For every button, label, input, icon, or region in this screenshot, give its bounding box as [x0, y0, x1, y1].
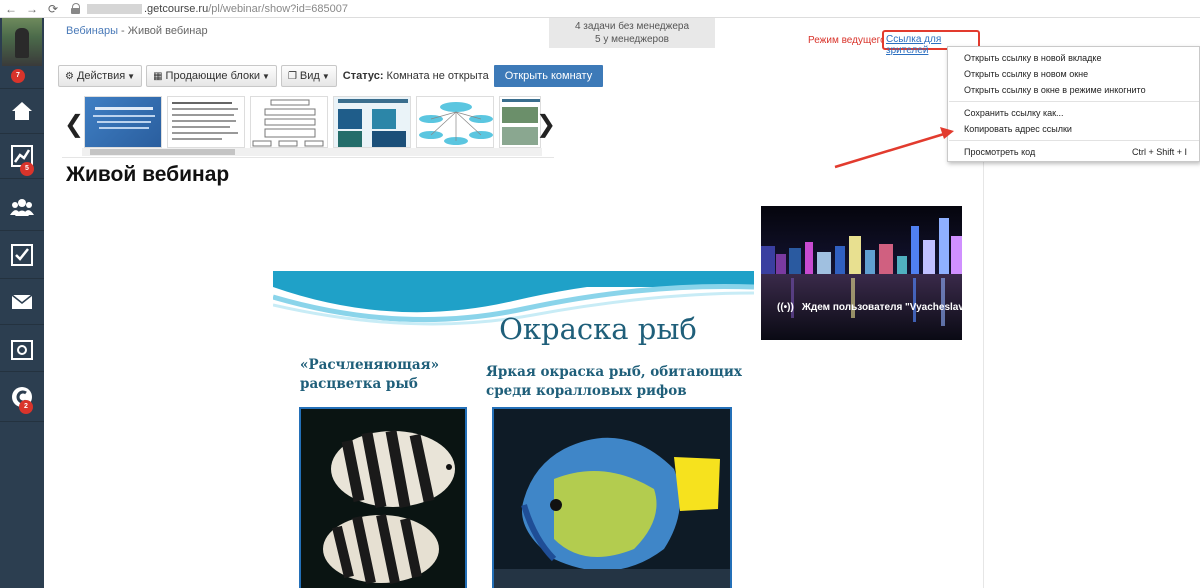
host-mode-label: Режим ведущего	[808, 35, 886, 46]
caret-down-icon: ▼	[262, 71, 270, 81]
caption-left-line2: расцветка рыб	[300, 376, 418, 392]
sidebar-item-safe[interactable]	[0, 329, 44, 371]
menu-separator	[949, 140, 1199, 141]
menu-open-new-window[interactable]: Открыть ссылку в новом окне	[964, 69, 1088, 79]
menu-open-incognito[interactable]: Открыть ссылку в окне в режиме инкогнито	[964, 85, 1146, 95]
striped-fish-photo	[299, 407, 467, 588]
home-icon	[12, 102, 32, 120]
browser-address-bar: ← → ⟳ .getcourse.ru/pl/webinar/show?id=6…	[0, 0, 1200, 18]
caption-right-line2: среди коралловых рифов	[486, 383, 687, 399]
actions-label: Действия	[76, 70, 126, 82]
reload-icon[interactable]: ⟳	[46, 2, 60, 16]
caret-down-icon: ▼	[127, 71, 136, 81]
video-preview[interactable]: ((•)) Ждем пользователя "Vyacheslav	[761, 206, 962, 340]
chevron-left-icon[interactable]: ❮	[64, 110, 84, 139]
back-icon[interactable]: ←	[4, 2, 18, 16]
selling-blocks-label: Продающие блоки	[165, 70, 261, 82]
url-field[interactable]: .getcourse.ru/pl/webinar/show?id=685007	[144, 3, 348, 15]
url-domain: .getcourse.ru	[144, 2, 209, 15]
gears-icon: ⚙	[65, 70, 74, 82]
tasks-icon	[11, 244, 33, 266]
task-counter[interactable]: 4 задачи без менеджера 5 у менеджеров	[549, 18, 715, 48]
status-value: Комната не открыта	[386, 70, 489, 82]
redacted-domain	[87, 3, 142, 14]
presentation-slide: Окраска рыб «Расчленяющая» расцветка рыб…	[273, 271, 754, 588]
sidebar-divider	[0, 178, 44, 179]
menu-inspect-shortcut: Ctrl + Shift + I	[1131, 147, 1187, 157]
lock-icon	[71, 2, 81, 15]
safe-icon	[11, 340, 33, 360]
left-sidebar: 7 5 2	[0, 18, 44, 588]
slide-strip: ❮ ❯	[62, 94, 556, 158]
windows-icon: ❐	[287, 70, 297, 82]
view-dropdown[interactable]: ❐ Вид ▼	[280, 65, 337, 87]
broadcast-icon: ((•))	[777, 302, 794, 313]
slide-thumbnail[interactable]	[416, 96, 494, 148]
stats-badge: 5	[20, 162, 34, 176]
slide-thumbnail[interactable]	[499, 96, 541, 148]
menu-separator	[949, 101, 1199, 102]
sidebar-divider	[0, 421, 44, 422]
breadcrumb-webinars-link[interactable]: Вебинары	[66, 25, 118, 37]
tasks-assigned: 5 у менеджеров	[595, 34, 669, 45]
url-path: /pl/webinar/show?id=685007	[208, 2, 348, 15]
angelfish-photo	[492, 407, 732, 588]
scrollbar-thumb[interactable]	[90, 149, 235, 155]
sidebar-item-users[interactable]	[0, 186, 44, 228]
slide-title: Окраска рыб	[499, 312, 697, 346]
city-skyline-image	[761, 206, 962, 340]
sidebar-divider	[0, 371, 44, 372]
caption-right-line1: Яркая окраска рыб, обитающих	[486, 364, 742, 380]
slide-caption-right: Яркая окраска рыб, обитающих среди корал…	[486, 363, 742, 401]
menu-save-link[interactable]: Сохранить ссылку как...	[964, 108, 1064, 118]
forward-icon[interactable]: →	[25, 2, 39, 16]
room-status: Статус: Комната не открыта	[343, 70, 489, 82]
breadcrumb: Вебинары - Живой вебинар	[66, 25, 208, 37]
waiting-message: ((•)) Ждем пользователя "Vyacheslav	[777, 302, 962, 313]
mail-icon	[11, 294, 33, 309]
tasks-unassigned: 4 задачи без менеджера	[574, 21, 690, 32]
breadcrumb-current: Живой вебинар	[127, 25, 208, 37]
menu-inspect[interactable]: Просмотреть код	[964, 147, 1035, 157]
sidebar-item-mail[interactable]	[0, 281, 44, 323]
menu-copy-link[interactable]: Копировать адрес ссылки	[964, 124, 1072, 134]
sidebar-divider	[0, 278, 44, 279]
status-label: Статус:	[342, 70, 384, 82]
actions-dropdown[interactable]: ⚙ Действия ▼	[58, 65, 143, 87]
sidebar-divider	[0, 324, 44, 325]
slide-thumbnail[interactable]	[167, 96, 245, 148]
waiting-text: Ждем пользователя "Vyacheslav	[801, 302, 962, 313]
avatar-badge: 7	[11, 69, 25, 83]
getcourse-badge: 2	[19, 400, 33, 414]
menu-open-new-tab[interactable]: Открыть ссылку в новой вкладке	[964, 53, 1101, 63]
avatar[interactable]	[2, 18, 42, 66]
breadcrumb-separator: -	[118, 25, 128, 37]
page-title: Живой вебинар	[66, 163, 230, 186]
slide-caption-left: «Расчленяющая» расцветка рыб	[300, 356, 439, 394]
sidebar-item-home[interactable]	[0, 90, 44, 132]
caret-down-icon: ▼	[321, 71, 330, 81]
sidebar-divider	[0, 133, 44, 134]
slide-thumbnail[interactable]	[84, 96, 162, 148]
view-label: Вид	[299, 70, 320, 82]
sidebar-divider	[0, 230, 44, 231]
context-menu: Открыть ссылку в новой вкладке Открыть с…	[947, 46, 1200, 162]
slide-thumbnail[interactable]	[333, 96, 411, 148]
open-room-button[interactable]: Открыть комнату	[493, 65, 604, 87]
sidebar-item-tasks[interactable]	[0, 234, 44, 276]
strip-scrollbar[interactable]	[82, 148, 542, 156]
sidebar-divider	[0, 88, 44, 89]
users-icon	[10, 199, 34, 216]
caption-left-line1: «Расчленяющая»	[300, 357, 440, 373]
selling-blocks-dropdown[interactable]: ▦ Продающие блоки ▼	[146, 65, 277, 87]
chevron-right-icon[interactable]: ❯	[536, 110, 556, 139]
webinar-toolbar: ⚙ Действия ▼ ▦ Продающие блоки ▼ ❐ Вид ▼…	[58, 65, 604, 87]
slide-thumbnail[interactable]	[250, 96, 328, 148]
grid-icon: ▦	[153, 70, 163, 82]
